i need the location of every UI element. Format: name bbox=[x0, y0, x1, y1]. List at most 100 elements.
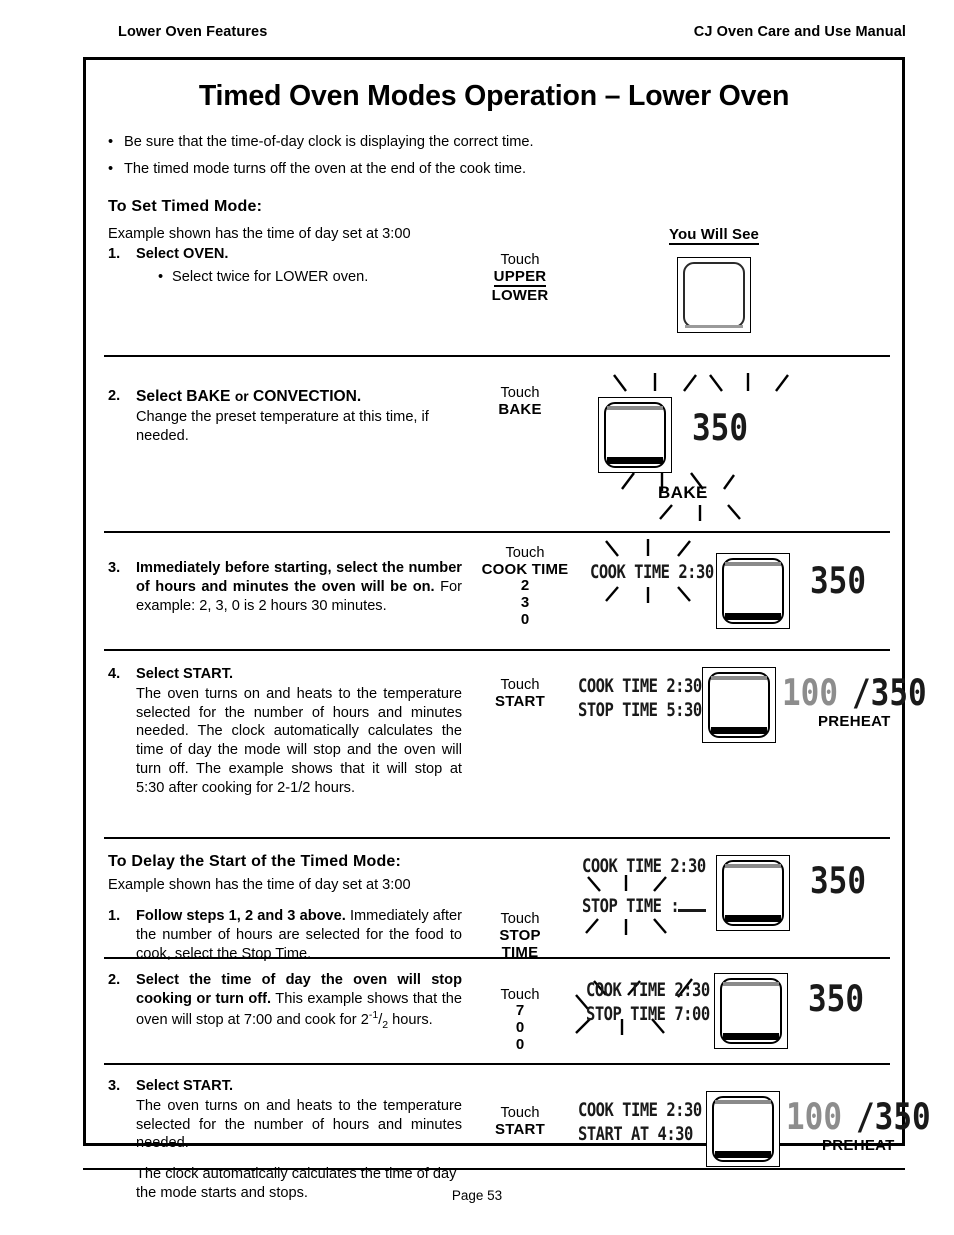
blink-rays-bottom-icon bbox=[580, 917, 700, 936]
display-temperature-set: /350 bbox=[852, 672, 927, 715]
display-temperature: 350 bbox=[808, 978, 864, 1021]
oven-display-botbar bbox=[607, 457, 663, 465]
step-2-text-col: 2. Select BAKE or CONVECTION. Change the… bbox=[108, 373, 466, 507]
step-1-sub-bullet-text: Select twice for LOWER oven. bbox=[172, 269, 369, 286]
touch-key-stop[interactable]: STOP bbox=[466, 927, 574, 944]
intro-bullet-text: Be sure that the time-of-day clock is di… bbox=[124, 134, 534, 150]
display-line-cook-time: COOK TIME 2:30 bbox=[582, 855, 706, 878]
touch-key-start[interactable]: START bbox=[466, 1121, 574, 1138]
touch-label: Touch bbox=[500, 911, 540, 928]
touch-digit[interactable]: 0 bbox=[466, 1019, 574, 1037]
step-2-title-b: CONVECTION. bbox=[252, 388, 362, 406]
oven-display-panel bbox=[706, 1091, 780, 1168]
touch-key-bake[interactable]: BAKE bbox=[466, 401, 574, 418]
oven-display-botbar bbox=[725, 613, 781, 621]
touch-key-lower-wrap: LOWER bbox=[466, 287, 574, 305]
step-1-sub-bullet: • Select twice for LOWER oven. bbox=[136, 268, 462, 287]
touch-digit[interactable]: 3 bbox=[466, 594, 584, 612]
touch-label: Touch bbox=[505, 545, 545, 562]
delay-step-3-text-col: 3. Select START. The oven turns on and h… bbox=[108, 1077, 466, 1203]
step-3-text-col: 3. Immediately before starting, select t… bbox=[108, 545, 466, 641]
display-status-preheat: PREHEAT bbox=[821, 1137, 895, 1155]
step-2: 2. Select BAKE or CONVECTION. Change the… bbox=[108, 387, 462, 445]
touch-digit[interactable]: 0 bbox=[466, 611, 584, 629]
touch-digit[interactable]: 2 bbox=[466, 578, 584, 595]
step-3-number: 3. bbox=[108, 560, 121, 577]
delay-step-2-text-col: 2. Select the time of day the oven will … bbox=[108, 971, 466, 1061]
oven-display-botbar bbox=[725, 915, 781, 923]
step-1-number: 1. bbox=[108, 246, 121, 263]
step-1: 1. Select OVEN. • Select twice for LOWER… bbox=[108, 245, 462, 286]
bullet-dot-icon: • bbox=[158, 269, 164, 286]
step-1-text-col: Example shown has the time of day set at… bbox=[108, 226, 466, 333]
intro-bullets: • Be sure that the time-of-day clock is … bbox=[108, 133, 902, 178]
row-step-4: 4. Select START. The oven turns on and h… bbox=[86, 649, 927, 833]
touch-key-start[interactable]: START bbox=[466, 693, 574, 710]
step-4-number: 4. bbox=[108, 666, 121, 683]
footer-divider bbox=[83, 1168, 905, 1170]
step-1-touch-col: Touch UPPER LOWER bbox=[466, 226, 574, 333]
step-2-body: Change the preset temperature at this ti… bbox=[136, 409, 429, 445]
touch-digit[interactable]: 7 bbox=[466, 1003, 574, 1020]
touch-key-cook-time[interactable]: COOK TIME bbox=[466, 561, 584, 578]
touch-key-lower[interactable]: LOWER bbox=[492, 287, 549, 304]
bullet-dot-icon: • bbox=[108, 134, 114, 150]
oven-display-topbar bbox=[725, 864, 781, 869]
display-blank-dashes bbox=[678, 909, 706, 913]
blink-rays-top-icon bbox=[592, 539, 722, 559]
oven-display-botbar bbox=[715, 1151, 771, 1159]
display-temperature-set: /350 bbox=[856, 1096, 931, 1139]
row-step-3: 3. Immediately before starting, select t… bbox=[86, 531, 902, 641]
oven-display-topbar bbox=[607, 406, 663, 411]
delay-step-3-touch-col: Touch START bbox=[466, 1077, 574, 1203]
section-heading-set-timed-mode: To Set Timed Mode: bbox=[108, 198, 263, 216]
delay-step-2-display-col: COOK TIME 2:30 STOP TIME 7:00 350 bbox=[574, 971, 884, 1061]
row-delay-step-2: 2. Select the time of day the oven will … bbox=[86, 957, 902, 1061]
delay-step-3-body-a: The oven turns on and heats to the tempe… bbox=[136, 1098, 462, 1152]
step-2-number: 2. bbox=[108, 388, 121, 405]
step-2-touch-col: Touch BAKE bbox=[466, 373, 574, 507]
oven-display-panel bbox=[598, 397, 672, 474]
delay-step-3: 3. Select START. The oven turns on and h… bbox=[108, 1077, 462, 1202]
blink-rays-bottom-icon bbox=[592, 585, 722, 604]
delay-step-1-text-col: To Delay the Start of the Timed Mode: Ex… bbox=[108, 853, 466, 961]
oven-display-panel bbox=[716, 553, 790, 630]
display-line-cook-time: COOK TIME 2:30 bbox=[590, 561, 714, 584]
step-3-bold: Immediately before starting, select the … bbox=[136, 560, 462, 596]
display-line-start-at: START AT 4:30 bbox=[578, 1123, 693, 1146]
running-head: Lower Oven Features CJ Oven Care and Use… bbox=[118, 24, 906, 40]
touch-label: Touch bbox=[500, 987, 540, 1004]
step-4-title: Select START. bbox=[136, 666, 234, 683]
row-delay-step-3: 3. Select START. The oven turns on and h… bbox=[86, 1063, 931, 1203]
display-mode-bake: BAKE bbox=[658, 483, 708, 503]
row-step-2: 2. Select BAKE or CONVECTION. Change the… bbox=[86, 355, 902, 522]
page-number: Page 53 bbox=[451, 1188, 503, 1203]
step-4-text-col: 4. Select START. The oven turns on and h… bbox=[108, 663, 466, 833]
delay-step-2-panel-row: 350 bbox=[714, 973, 864, 1050]
oven-display-panel bbox=[714, 973, 788, 1050]
step-4-touch-col: Touch START bbox=[466, 663, 574, 833]
running-head-left: Lower Oven Features bbox=[118, 24, 268, 40]
oven-display-topbar bbox=[715, 1100, 771, 1105]
row-step-1: Example shown has the time of day set at… bbox=[86, 226, 902, 334]
touch-label: Touch bbox=[500, 385, 540, 402]
step-1-panel-wrap bbox=[574, 257, 884, 334]
step-3-panel-row: 350 bbox=[716, 553, 866, 630]
oven-display-botbar bbox=[723, 1033, 779, 1041]
display-line-stop-time: STOP TIME 5:30 bbox=[578, 699, 702, 722]
touch-digit[interactable]: 0 bbox=[466, 1036, 574, 1054]
touch-label: Touch bbox=[500, 1105, 540, 1122]
step-3-display-col: COOK TIME 2:30 350 bbox=[584, 539, 884, 641]
delay-step-3-number: 3. bbox=[108, 1078, 121, 1095]
page-frame: Timed Oven Modes Operation – Lower Oven … bbox=[83, 57, 931, 1201]
you-will-see-heading: You Will See bbox=[669, 226, 759, 246]
step-4-panel-row: 100 /350 PREHEAT bbox=[702, 667, 927, 744]
delay-step-3-title: Select START. bbox=[136, 1078, 234, 1095]
section-heading-delay-start: To Delay the Start of the Timed Mode: bbox=[108, 853, 402, 871]
step-3: 3. Immediately before starting, select t… bbox=[108, 559, 462, 615]
display-status-preheat: PREHEAT bbox=[817, 713, 891, 731]
delay-step-2-touch-col: Touch 7 0 0 bbox=[466, 971, 574, 1061]
touch-key-upper[interactable]: UPPER bbox=[493, 268, 547, 288]
running-head-right: CJ Oven Care and Use Manual bbox=[693, 24, 906, 40]
section2-subtitle: Example shown has the time of day set at… bbox=[108, 877, 411, 894]
